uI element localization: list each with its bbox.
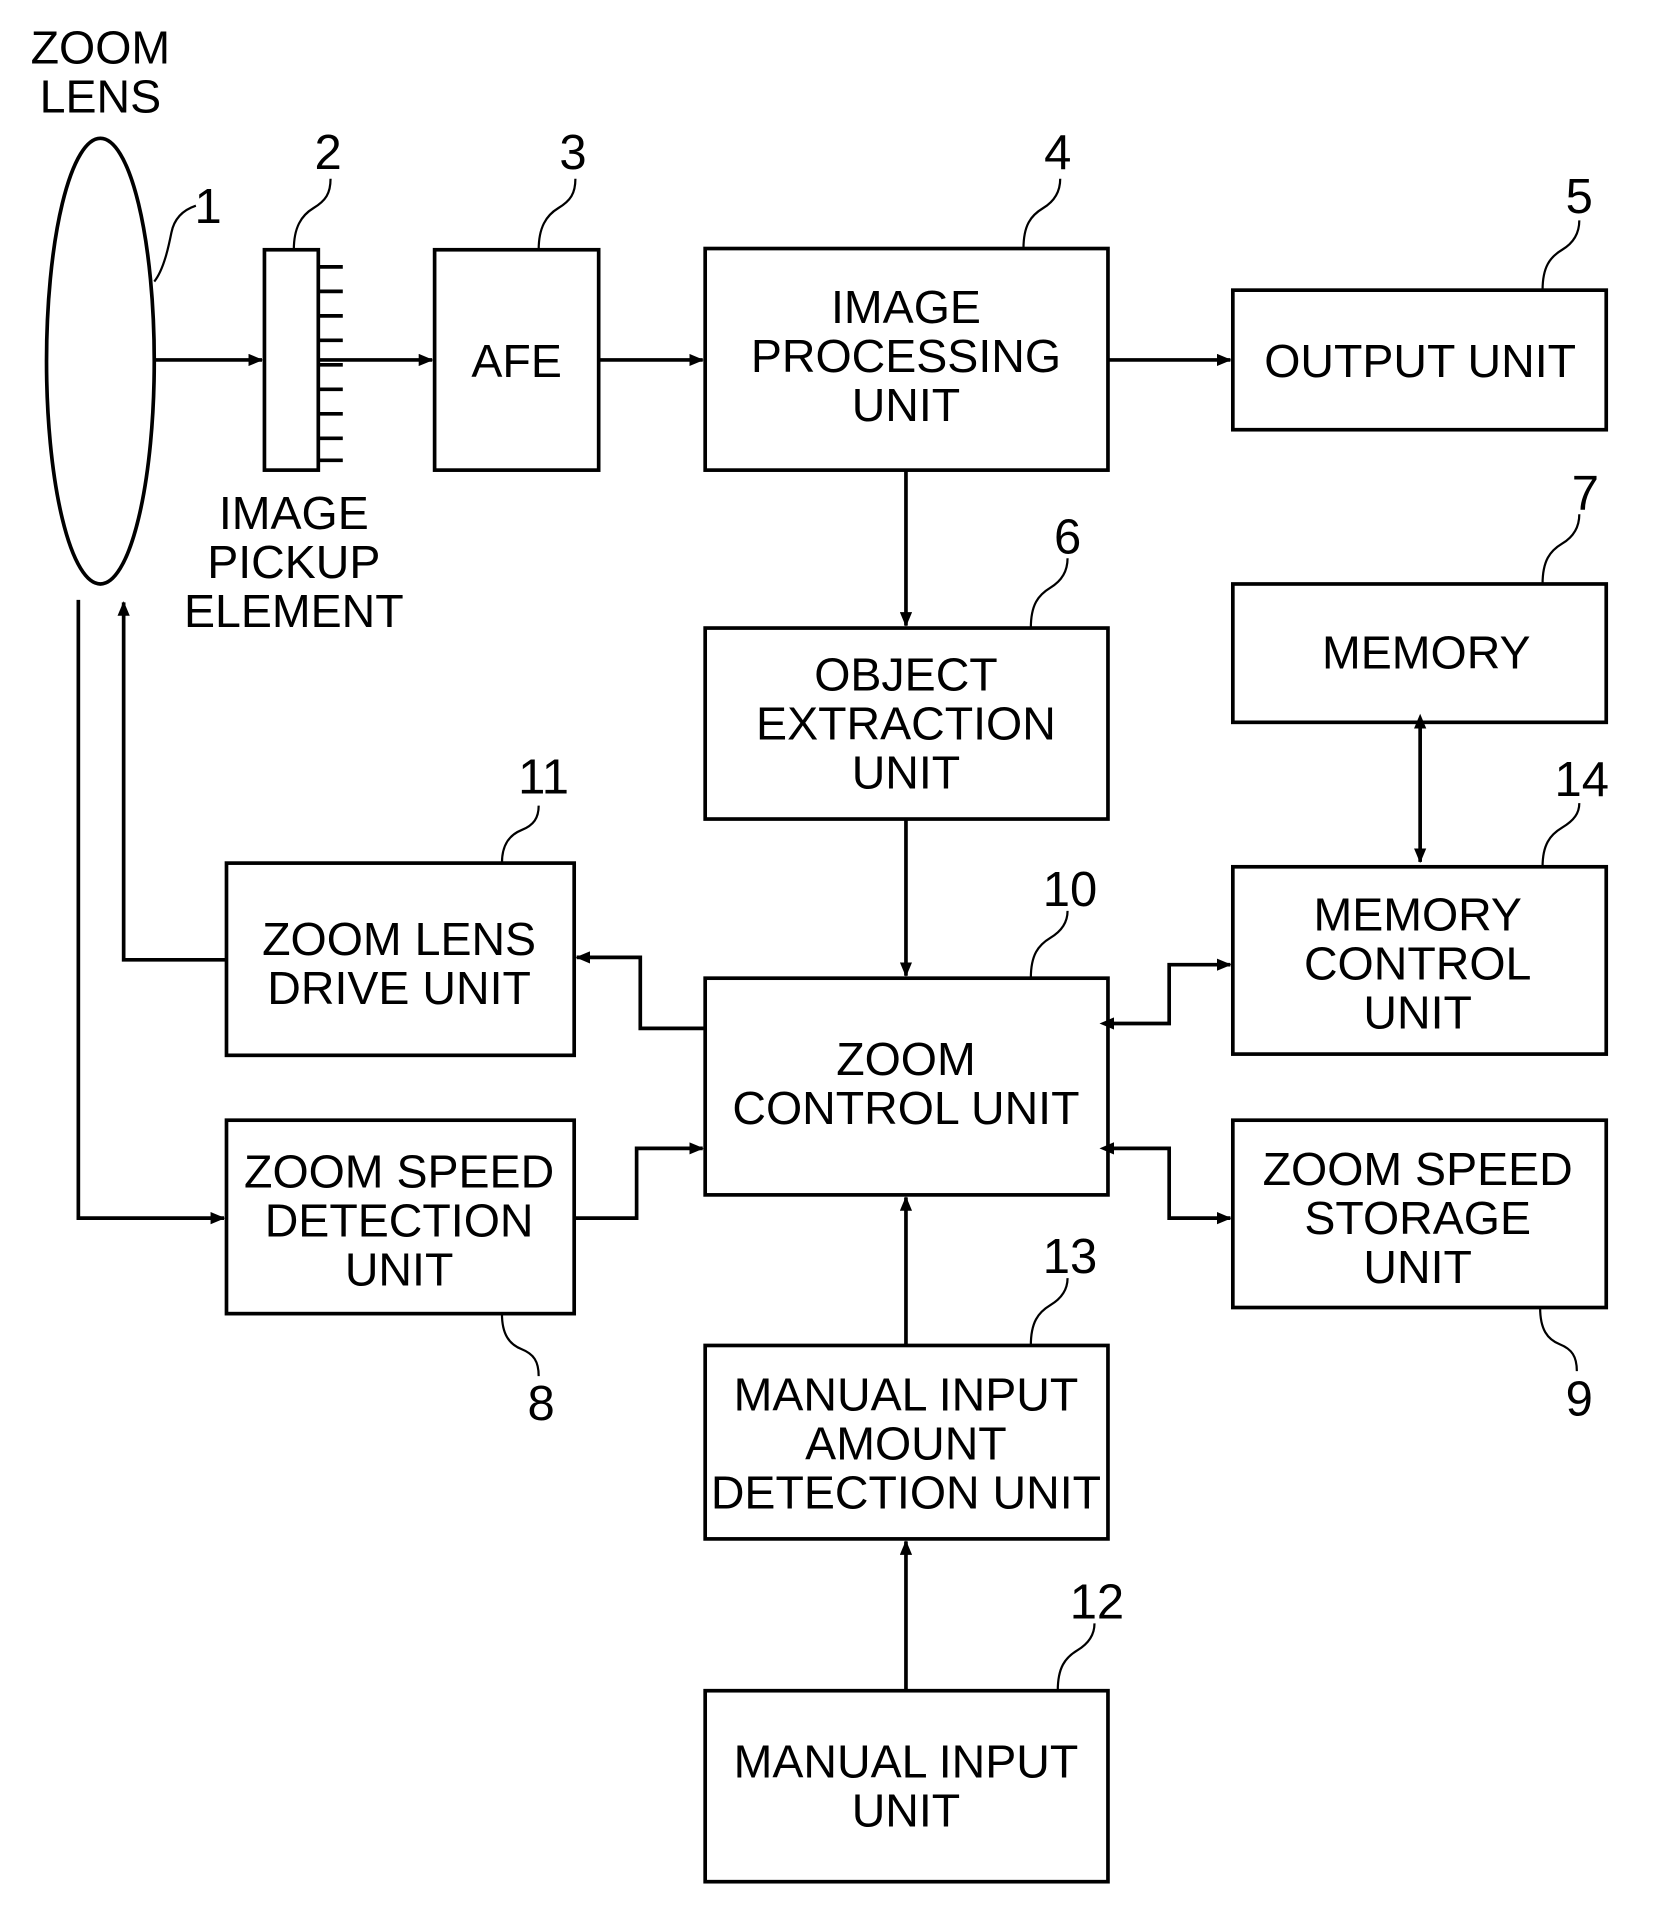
ref-number-2: 2 [314,126,341,180]
block-diagram: ZOOM LENS 1 IMAGE PICKUP ELEMENT 2 AFE 3 [31,22,1609,1884]
ref-number-9: 9 [1566,1372,1593,1426]
memory-control-label-line3: UNIT [1363,986,1472,1038]
arrow-zoom-control-to-lens-drive [575,951,706,1031]
zoom-lens-label-line2: LENS [40,71,162,123]
block-zoom-lens-drive-unit: ZOOM LENS DRIVE UNIT 11 [224,750,577,1058]
image-processing-label-line1: IMAGE [831,281,981,333]
arrow-lens-drive-to-lens [117,601,227,962]
block-image-processing-unit: IMAGE PROCESSING UNIT 4 [703,126,1110,472]
zoom-speed-storage-label-line3: UNIT [1363,1241,1472,1293]
memory-control-label-line1: MEMORY [1313,888,1521,940]
manual-input-amount-label-line1: MANUAL INPUT [734,1368,1079,1420]
arrow-lens-to-speed-detection [76,599,226,1225]
zoom-control-label-line1: ZOOM [836,1033,976,1085]
block-afe: AFE 3 [432,126,601,472]
manual-input-label-line2: UNIT [852,1785,961,1837]
zoom-control-label-line2: CONTROL UNIT [732,1082,1079,1134]
zoom-speed-detection-label-line3: UNIT [345,1243,454,1295]
arrow-zoom-control-memory-control [1099,958,1232,1030]
ref-number-14: 14 [1555,753,1609,807]
manual-input-amount-label-line3: DETECTION UNIT [711,1466,1101,1518]
block-output-unit: OUTPUT UNIT 5 [1230,170,1609,432]
ref-number-10: 10 [1043,863,1097,917]
zoom-lens: ZOOM LENS 1 [31,22,222,586]
ref-number-1: 1 [195,180,222,234]
object-extraction-label-line3: UNIT [852,746,961,798]
afe-label: AFE [471,335,561,387]
block-zoom-speed-detection-unit: ZOOM SPEED DETECTION UNIT 8 [224,1118,577,1431]
ref-number-6: 6 [1054,510,1081,564]
ref-number-12: 12 [1070,1575,1124,1629]
block-zoom-speed-storage-unit: ZOOM SPEED STORAGE UNIT 9 [1230,1118,1609,1426]
ref-number-11: 11 [518,750,569,804]
pickup-label-line2: PICKUP [207,536,380,588]
block-manual-input-unit: MANUAL INPUT UNIT 12 [703,1575,1124,1884]
ref-number-3: 3 [559,126,586,180]
arrow-zoom-control-zoom-speed-storage [1099,1142,1232,1225]
pickup-label-line3: ELEMENT [184,585,404,637]
zoom-lens-drive-label-line2: DRIVE UNIT [267,962,531,1014]
zoom-speed-storage-label-line1: ZOOM SPEED [1263,1143,1573,1195]
block-memory: MEMORY 7 [1230,466,1609,725]
pickup-label-line1: IMAGE [219,487,369,539]
ref-number-5: 5 [1566,170,1593,224]
memory-control-label-line2: CONTROL [1304,937,1531,989]
output-unit-label: OUTPUT UNIT [1264,335,1576,387]
ref-number-7: 7 [1572,466,1599,520]
ref-number-4: 4 [1044,126,1071,180]
zoom-lens-drive-label-line1: ZOOM LENS [262,913,536,965]
manual-input-label-line1: MANUAL INPUT [734,1736,1079,1788]
zoom-speed-detection-label-line1: ZOOM SPEED [244,1146,554,1198]
zoom-speed-detection-label-line2: DETECTION [265,1195,534,1247]
object-extraction-label-line1: OBJECT [814,648,998,700]
memory-label: MEMORY [1322,626,1530,678]
object-extraction-label-line2: EXTRACTION [756,697,1056,749]
image-processing-label-line2: PROCESSING [751,330,1061,382]
zoom-lens-label-line1: ZOOM [31,22,171,74]
arrow-speed-detection-to-zoom-control [574,1142,704,1220]
manual-input-amount-label-line2: AMOUNT [805,1417,1007,1469]
image-processing-label-line3: UNIT [852,379,961,431]
ref-number-8: 8 [528,1377,555,1431]
ref-number-13: 13 [1043,1230,1097,1284]
zoom-speed-storage-label-line2: STORAGE [1304,1192,1531,1244]
